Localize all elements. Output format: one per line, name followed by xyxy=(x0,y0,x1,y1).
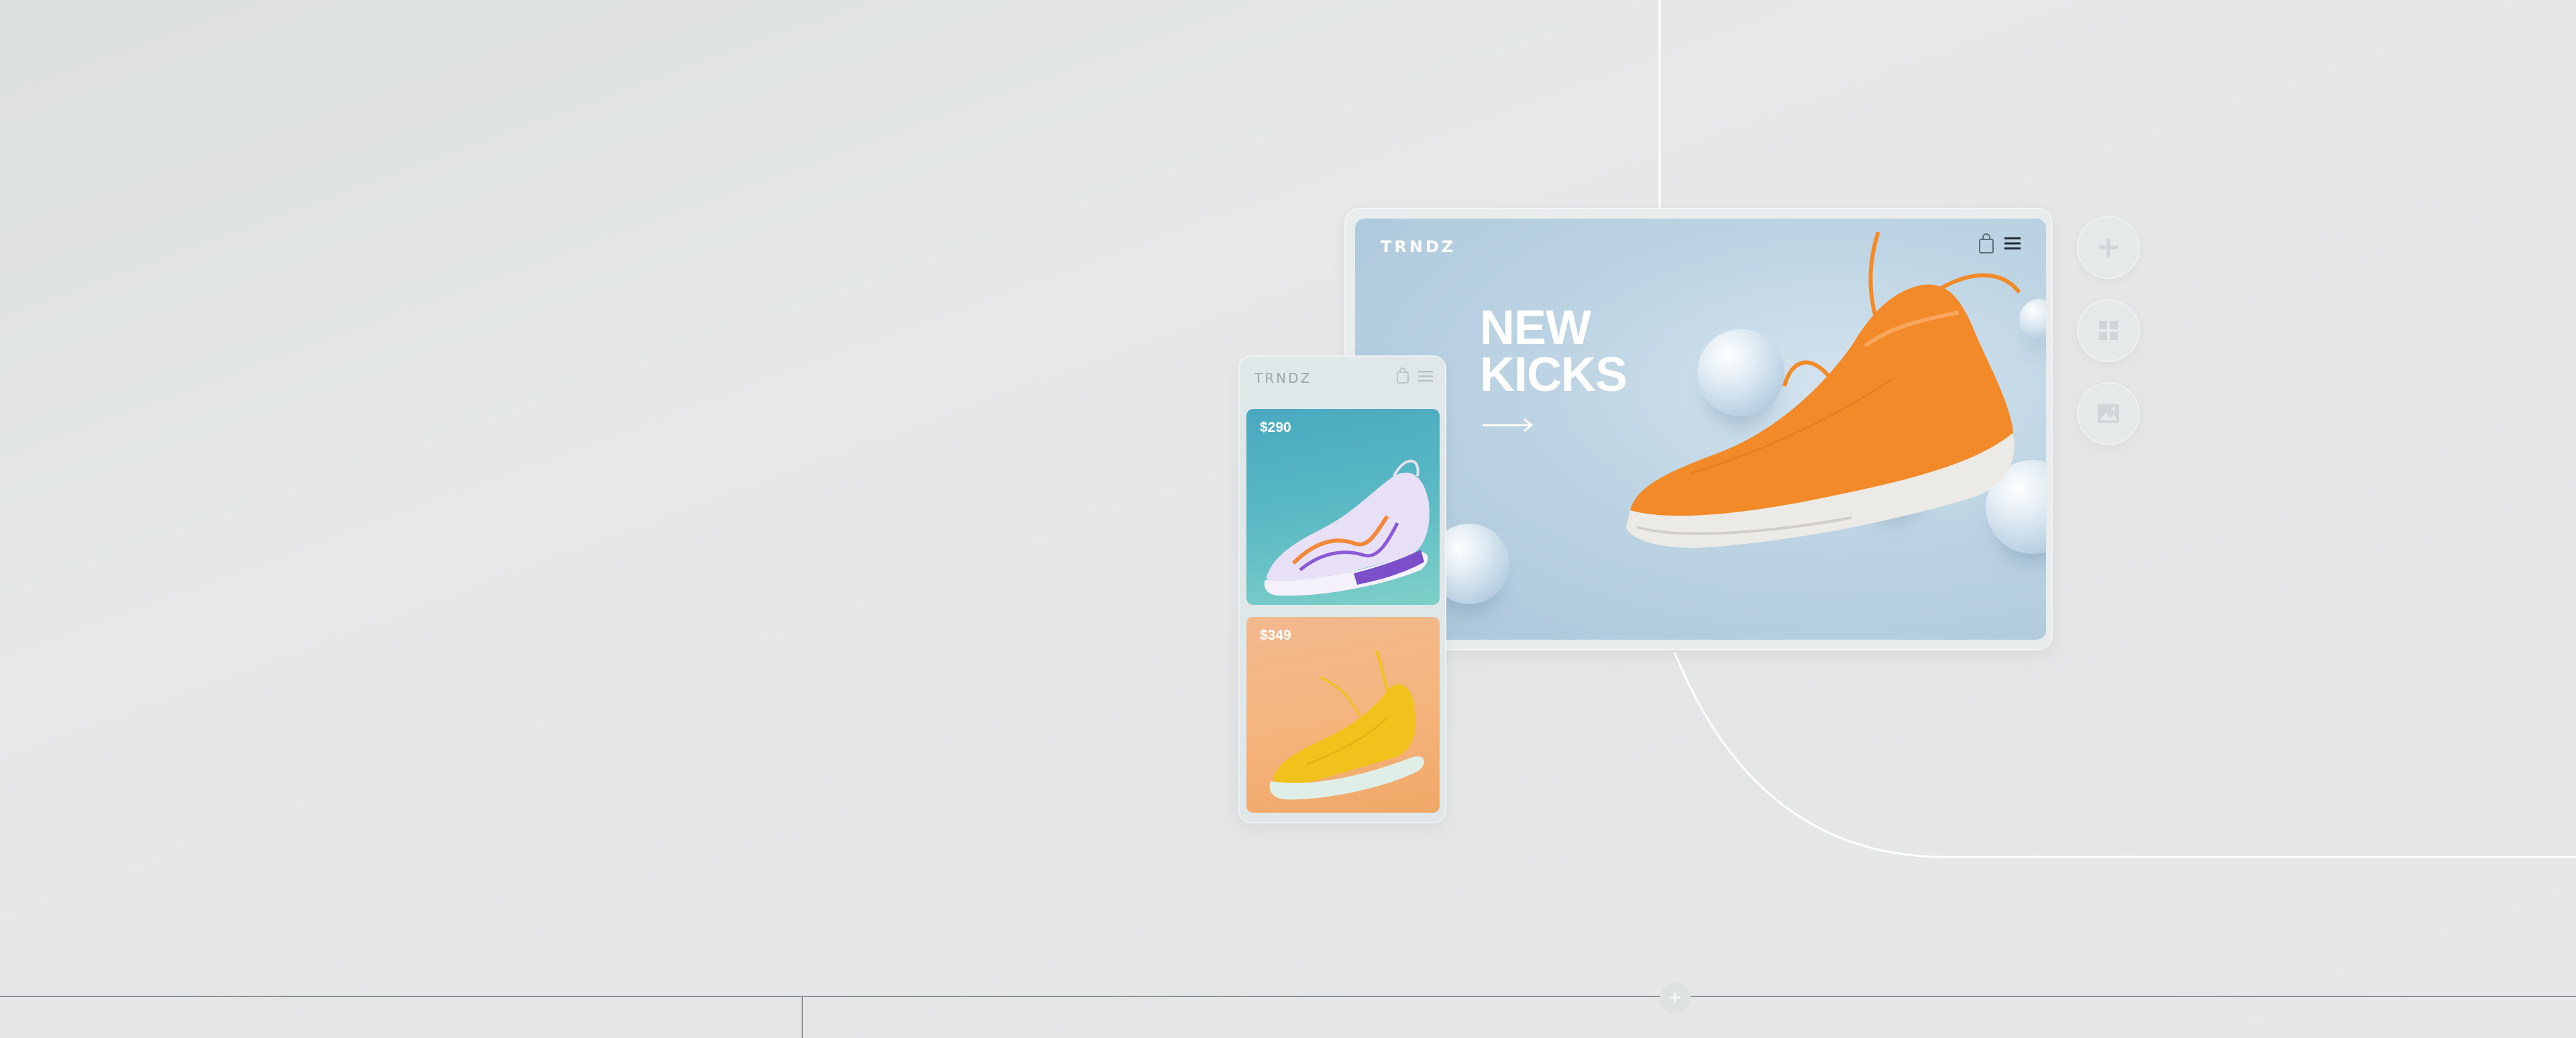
hamburger-menu-icon[interactable] xyxy=(1418,370,1433,382)
arrow-right-icon[interactable] xyxy=(1483,417,1534,433)
plus-icon xyxy=(1670,992,1680,1003)
tablet-screen: TRNDZ NEW KICKS xyxy=(1355,219,2046,640)
image-icon xyxy=(2098,404,2119,423)
product-price: $349 xyxy=(1260,628,1291,643)
lavender-sneaker-image xyxy=(1264,459,1430,596)
plus-icon xyxy=(2099,238,2118,257)
yellow-sneaker-image xyxy=(1269,650,1424,800)
image-button[interactable] xyxy=(2077,382,2140,445)
orange-sneaker-image xyxy=(1626,232,2021,548)
add-button[interactable] xyxy=(2077,216,2140,279)
grid-icon xyxy=(2099,321,2118,340)
phone-mockup: TRNDZ $290 $349 xyxy=(1238,355,1446,823)
product-card[interactable]: $290 xyxy=(1246,409,1440,605)
grid-view-button[interactable] xyxy=(2077,299,2140,362)
product-card[interactable]: $349 xyxy=(1246,617,1440,813)
shopping-bag-icon[interactable] xyxy=(1397,367,1409,384)
tablet-brand-logo[interactable]: TRNDZ xyxy=(1381,237,1456,256)
product-price: $290 xyxy=(1260,420,1291,435)
phone-brand-logo[interactable]: TRNDZ xyxy=(1254,370,1311,386)
add-section-button[interactable] xyxy=(1660,982,1690,1013)
